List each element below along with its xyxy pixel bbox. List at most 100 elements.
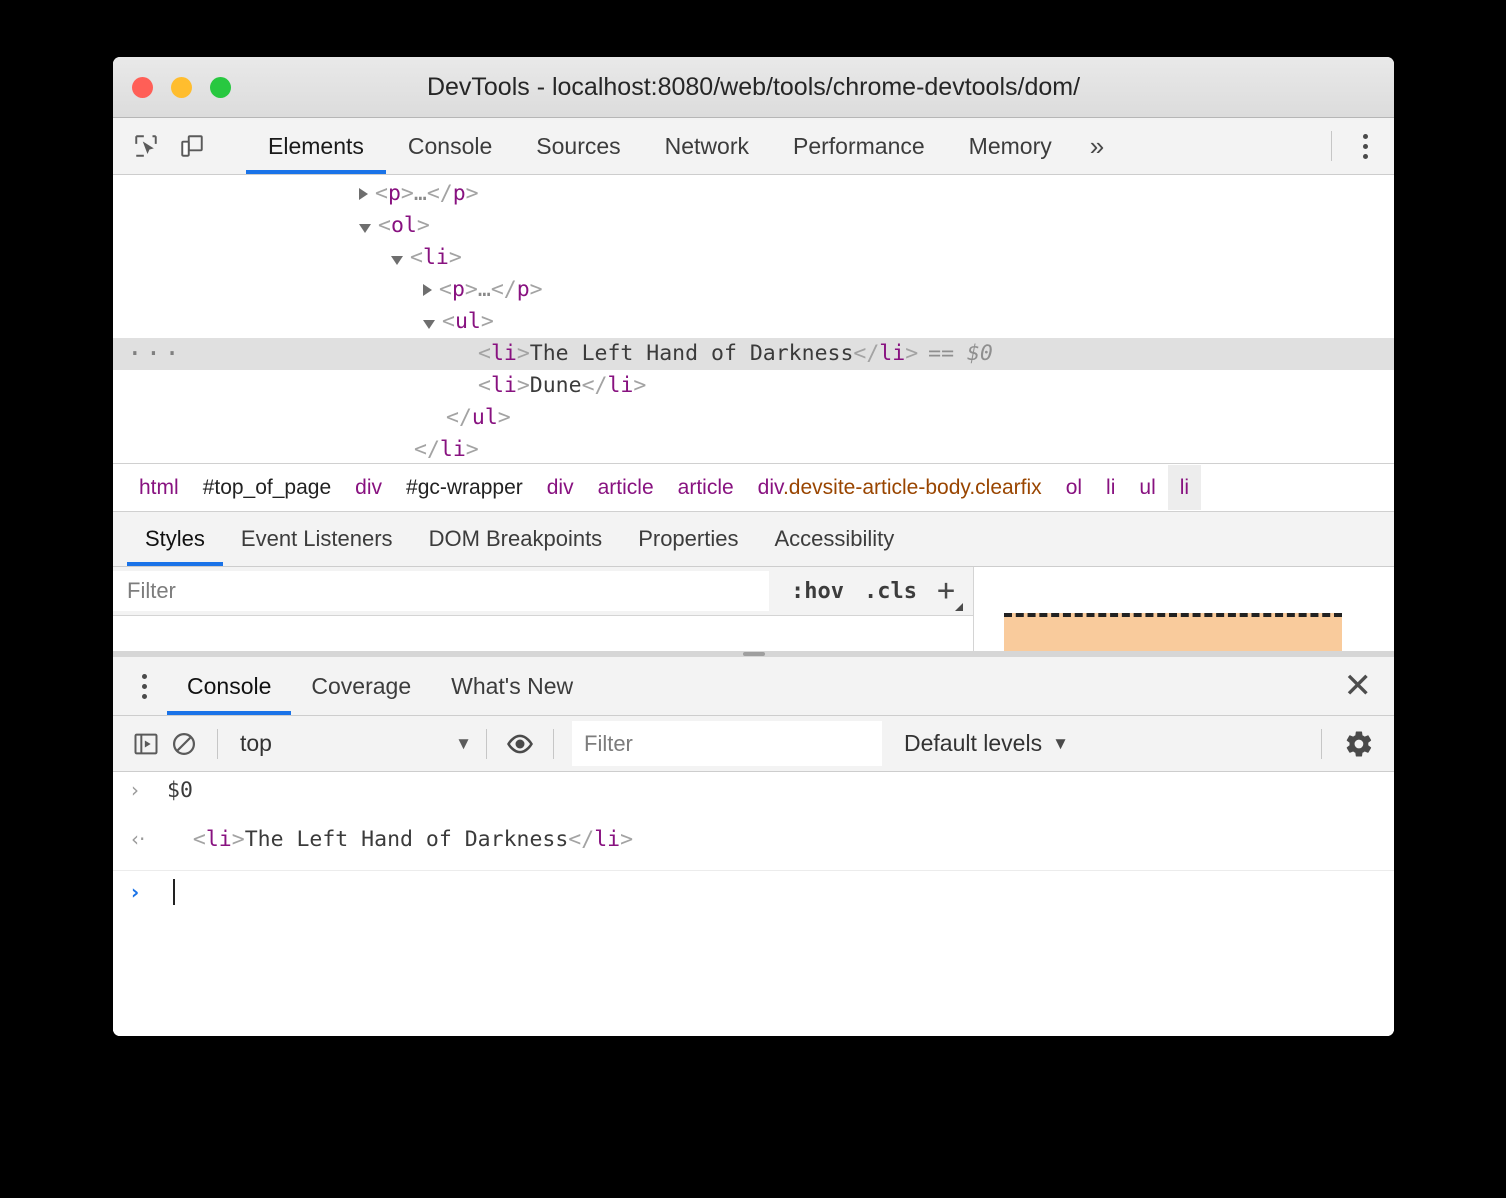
dom-tag: ol [390,213,417,238]
tab-dom-breakpoints[interactable]: DOM Breakpoints [411,512,621,566]
element-classes-button[interactable]: .cls [864,579,917,604]
breadcrumb-item[interactable]: ol [1054,465,1094,510]
collapse-triangle-icon[interactable] [423,319,435,329]
dom-tree-row[interactable]: < li > Dune </li > [113,370,1394,402]
inspect-element-icon[interactable] [131,131,161,161]
console-txt: The Left Hand of Darkness [244,827,569,852]
dom-tag: li [607,373,634,398]
dom-ell: … [477,277,491,302]
row-content: < p >… </p > [169,178,479,210]
expand-triangle-icon[interactable] [359,188,368,200]
dom-punc: < [410,245,423,270]
dom-tree-row[interactable]: </ul > [113,402,1394,434]
clear-console-icon[interactable] [165,725,203,763]
log-levels-label: Default levels [904,730,1043,756]
breadcrumb-item[interactable]: div [343,465,394,510]
tab-accessibility[interactable]: Accessibility [756,512,912,566]
breadcrumb-tag: div [757,476,783,499]
tab-console-drawer[interactable]: Console [167,657,292,715]
dom-punc: > [516,373,530,398]
settings-gear-icon[interactable] [1340,725,1378,763]
dom-punc: > [416,213,430,238]
close-window-button[interactable] [132,76,153,98]
dom-tree-row[interactable]: ··· < li > The Left Hand of Darkness </li > == … [113,338,1394,370]
console-output[interactable]: › $0 ‹· <li>The Left Hand of Darkness</li>… [113,772,1394,1036]
tab-network[interactable]: Network [643,118,771,174]
console-punc: < [167,827,206,852]
console-prompt-row[interactable]: › [113,871,1394,905]
breadcrumb-item[interactable]: li [1167,465,1202,510]
breadcrumb-item[interactable]: div.devsite-article-body.clearfix [746,465,1054,510]
kebab-menu-icon[interactable] [127,657,161,715]
plus-icon: + [936,573,955,608]
tab-elements[interactable]: Elements [246,118,386,174]
breadcrumb-item[interactable]: #top_of_page [191,465,343,510]
close-drawer-button[interactable]: ✕ [1344,657,1395,715]
minimize-window-button[interactable] [171,76,192,98]
console-sidebar-icon[interactable] [127,725,165,763]
text-cursor [173,879,175,905]
breadcrumb-classes: .devsite-article-body.clearfix [782,476,1042,499]
breadcrumb-item[interactable]: html [127,465,191,510]
dom-tree-row[interactable]: < p >… </p > [113,178,1394,210]
console-filter-input[interactable] [572,721,882,766]
execution-context-selector[interactable]: top ▼ [232,730,472,757]
breadcrumb[interactable]: html #top_of_page div #gc-wrapper div article… [113,463,1394,512]
console-drawer: Console Coverage What's New ✕ top ▼ Filt… [113,657,1394,1036]
breadcrumb-item[interactable]: #gc-wrapper [394,465,535,510]
tab-sources[interactable]: Sources [514,118,642,174]
log-levels-selector[interactable]: Default levels ▼ [882,730,1069,757]
dom-tag: li [439,437,466,462]
dom-tree-panel[interactable]: < p >… </p > < ol > < li > < p >… </p > < ul > ··· < li > The L… [113,175,1394,463]
device-toolbar-icon[interactable] [177,131,207,161]
dom-tree-row[interactable]: </li > [113,434,1394,463]
console-input-arrow-icon: › [131,778,139,802]
dom-tree-row[interactable]: < li > [113,242,1394,274]
dom-punc: < [478,341,491,366]
row-content: < ul > [169,306,494,338]
tab-coverage[interactable]: Coverage [291,657,431,715]
dom-tag: ul [471,405,498,430]
live-expression-icon[interactable] [501,725,539,763]
tab-properties[interactable]: Properties [620,512,756,566]
maximize-window-button[interactable] [210,76,231,98]
title-bar: DevTools - localhost:8080/web/tools/chro… [113,57,1394,118]
dom-tree-row[interactable]: < ul > [113,306,1394,338]
tab-performance[interactable]: Performance [771,118,947,174]
tab-memory[interactable]: Memory [947,118,1074,174]
dom-dollar: == $0 [928,341,993,366]
more-tabs-button[interactable]: » [1074,118,1120,174]
dom-punc: < [439,277,452,302]
dom-tag: ul [454,309,481,334]
tab-event-listeners[interactable]: Event Listeners [223,512,411,566]
styles-rules-section: :hov .cls + [113,567,974,651]
styles-filter-input[interactable] [113,571,769,611]
expand-triangle-icon[interactable] [423,284,432,296]
breadcrumb-item[interactable]: div [535,465,586,510]
collapse-triangle-icon[interactable] [391,255,403,265]
breadcrumb-item[interactable]: article [586,465,666,510]
dom-tree-row[interactable]: < ol > [113,210,1394,242]
console-result-message: ‹· <li>The Left Hand of Darkness</li> [113,821,1394,871]
toolbar-divider [553,728,554,759]
dom-punc: < [442,309,455,334]
dom-tree-row[interactable]: < p >… </p > [113,274,1394,306]
console-txt: $0 [167,778,193,803]
row-content: </ul > [169,402,511,434]
tab-whats-new[interactable]: What's New [431,657,593,715]
dom-punc: > [464,277,478,302]
force-state-button[interactable]: :hov [791,579,844,604]
new-style-rule-button[interactable]: + [936,573,963,611]
breadcrumb-item[interactable]: li [1094,465,1127,510]
kebab-menu-icon[interactable] [1350,129,1380,163]
row-content: < li > Dune </li > [169,370,646,402]
breadcrumb-item[interactable]: ul [1127,465,1167,510]
toolbar-divider [217,728,218,759]
tab-console[interactable]: Console [386,118,514,174]
tab-label: Accessibility [774,526,895,551]
tab-label: DOM Breakpoints [428,526,603,551]
breadcrumb-item[interactable]: article [666,465,746,510]
toolbar-divider [1321,728,1322,759]
tab-styles[interactable]: Styles [127,512,223,566]
collapse-triangle-icon[interactable] [359,223,371,233]
